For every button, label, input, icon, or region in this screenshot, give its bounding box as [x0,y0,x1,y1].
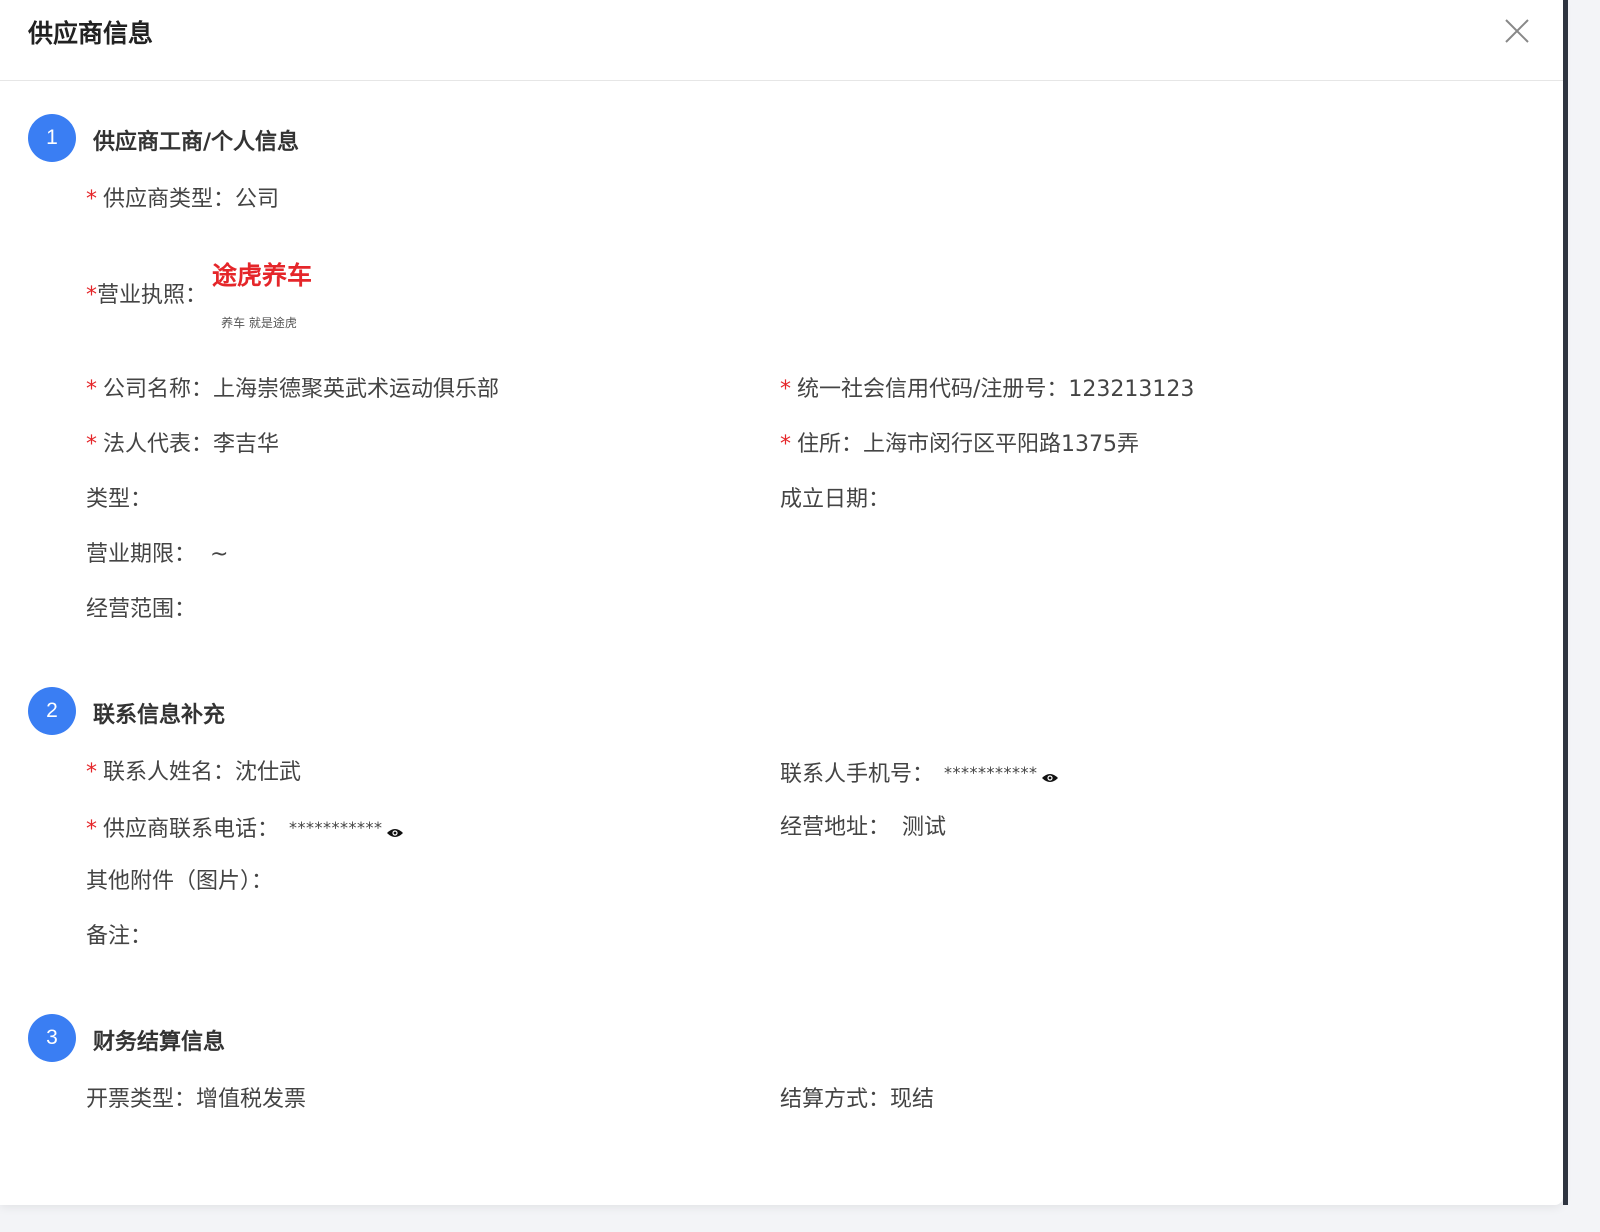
business-period-field: 营业期限： ~ [86,540,228,570]
step-badge: 1 [28,114,76,162]
contact-mobile-field: 联系人手机号： *********** [780,758,1059,790]
supplier-phone-field: * 供应商联系电话： *********** [86,813,404,845]
field-label: 供应商类型： [103,187,236,212]
section-title: 供应商工商/个人信息 [93,130,300,155]
required-mark: * [86,283,97,308]
field-value: 增值税发票 [196,1087,307,1112]
field-value: 公司 [235,187,280,212]
business-license-field: *营业执照： [86,281,207,311]
step-badge: 3 [28,1014,76,1062]
field-label: 其他附件（图片）： [86,869,274,894]
type-field: 类型： [86,485,152,515]
address-field: * 住所：上海市闵行区平阳路1375弄 [780,430,1139,460]
field-value: 李吉华 [213,432,280,457]
eye-icon[interactable] [386,827,404,839]
field-label: 法人代表： [103,432,214,457]
legal-representative-field: * 法人代表：李吉华 [86,430,279,460]
masked-value: *********** [289,818,383,837]
field-value: 123213123 [1068,377,1195,402]
logo-main-text: 途虎养车 [212,261,312,290]
field-label: 营业执照： [97,283,208,308]
field-label: 经营范围： [86,597,197,622]
close-icon[interactable] [1502,16,1532,46]
field-label: 结算方式： [780,1087,891,1112]
dialog-header: 供应商信息 [0,0,1563,81]
field-value: ~ [210,542,229,567]
required-mark: * [780,432,791,457]
remark-field: 备注： [86,922,152,952]
attachments-field: 其他附件（图片）： [86,867,273,897]
supplier-info-dialog: 供应商信息 1 供应商工商/个人信息 * 供应商类型：公司 *营业执照： 途虎养车… [0,0,1563,1205]
field-value: 上海崇德聚英武术运动俱乐部 [213,377,500,402]
required-mark: * [86,187,97,212]
field-value: 测试 [902,815,947,840]
field-label: 成立日期： [780,487,891,512]
supplier-type-field: * 供应商类型：公司 [86,185,279,215]
business-license-image[interactable]: 途虎养车 养车 就是途虎 [212,232,312,336]
section-title: 财务结算信息 [93,1030,226,1055]
invoice-type-field: 开票类型：增值税发票 [86,1085,306,1115]
field-label: 营业期限： [86,542,197,567]
company-name-field: * 公司名称：上海崇德聚英武术运动俱乐部 [86,375,499,405]
logo-slogan-text: 养车 就是途虎 [221,315,297,330]
field-label: 经营地址： [780,815,891,840]
required-mark: * [86,377,97,402]
credit-code-field: * 统一社会信用代码/注册号：123213123 [780,375,1194,405]
field-label: 备注： [86,924,153,949]
contact-name-field: * 联系人姓名：沈仕武 [86,758,301,788]
field-value: 上海市闵行区平阳路1375弄 [863,432,1140,457]
established-date-field: 成立日期： [780,485,890,515]
masked-value: *********** [944,763,1038,782]
eye-icon[interactable] [1041,772,1059,784]
section-title: 联系信息补充 [93,703,226,728]
field-label: 住所： [797,432,864,457]
field-label: 供应商联系电话： [103,817,280,842]
required-mark: * [86,817,97,842]
required-mark: * [86,432,97,457]
field-value: 现结 [890,1087,935,1112]
field-label: 开票类型： [86,1087,197,1112]
field-label: 联系人手机号： [780,762,935,787]
field-label: 联系人姓名： [103,760,236,785]
field-label: 类型： [86,487,153,512]
business-address-field: 经营地址： 测试 [780,813,946,843]
settlement-method-field: 结算方式：现结 [780,1085,934,1115]
step-badge: 2 [28,687,76,735]
business-scope-field: 经营范围： [86,595,196,625]
required-mark: * [86,760,97,785]
field-value: 沈仕武 [235,760,302,785]
required-mark: * [780,377,791,402]
scrollbar[interactable] [1563,0,1568,1205]
dialog-title: 供应商信息 [28,19,154,48]
field-label: 公司名称： [103,377,214,402]
field-label: 统一社会信用代码/注册号： [797,377,1069,402]
